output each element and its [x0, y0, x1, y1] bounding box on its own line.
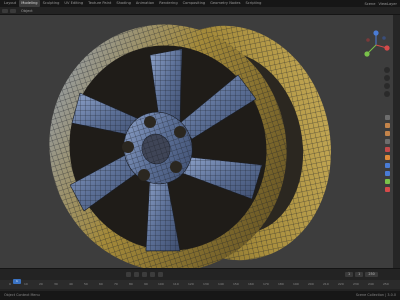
- modifier-icon[interactable]: [385, 163, 390, 168]
- next-keyframe-icon[interactable]: [150, 272, 155, 277]
- world-icon[interactable]: [385, 147, 390, 152]
- timeline: 1 1 250 0 10 20 30 40 50 60 70 80 90 100…: [0, 268, 400, 291]
- workspace-tab[interactable]: Texture Paint: [86, 0, 113, 7]
- mode-label[interactable]: Object: [21, 9, 33, 13]
- play-icon[interactable]: [142, 272, 147, 277]
- wheel-model: [49, 24, 331, 268]
- tick-label: 40: [69, 282, 73, 286]
- header-tools: Object: [2, 7, 33, 14]
- editor-type-icon[interactable]: [2, 8, 8, 13]
- navigation-gizmo[interactable]: [362, 30, 390, 60]
- tick-label: 230: [353, 282, 359, 286]
- 3d-viewport[interactable]: [0, 15, 400, 268]
- workspace-tab[interactable]: Animation: [134, 0, 156, 7]
- x-axis-icon: [384, 45, 390, 51]
- status-bar: Object Context Menu Scene Collection | 3…: [0, 291, 400, 300]
- z-axis-icon: [373, 30, 379, 36]
- frame-range: 1 1 250: [345, 272, 378, 277]
- timeline-ruler[interactable]: 0 10 20 30 40 50 60 70 80 90 100 110 120…: [0, 280, 400, 289]
- end-frame-field[interactable]: 250: [365, 272, 378, 277]
- tick-label: 10: [24, 282, 28, 286]
- tick-label: 100: [158, 282, 164, 286]
- select-mode-icon[interactable]: [10, 8, 16, 13]
- prev-keyframe-icon[interactable]: [134, 272, 139, 277]
- tick-label: 80: [129, 282, 133, 286]
- workspace-tab[interactable]: Geometry Nodes: [208, 0, 242, 7]
- tick-label: 170: [263, 282, 269, 286]
- output-icon[interactable]: [385, 131, 390, 136]
- view-layer-label[interactable]: ViewLayer: [378, 2, 397, 6]
- tick-label: 140: [218, 282, 224, 286]
- workspace-tab[interactable]: Sculpting: [41, 0, 62, 7]
- tick-label: 240: [368, 282, 374, 286]
- status-right-text: Scene Collection | 3.0.0: [355, 293, 396, 297]
- tick-label: 210: [323, 282, 329, 286]
- playhead[interactable]: 1: [13, 279, 21, 284]
- tick-label: 70: [114, 282, 118, 286]
- workspace-tabs: Layout Modeling Sculpting UV Editing Tex…: [2, 0, 263, 7]
- tool-icon[interactable]: [385, 115, 390, 120]
- workspace-tab[interactable]: Layout: [2, 0, 18, 7]
- tick-label: 180: [278, 282, 284, 286]
- scene-icon[interactable]: [385, 139, 390, 144]
- top-menu-bar: Layout Modeling Sculpting UV Editing Tex…: [0, 0, 400, 7]
- workspace-tab[interactable]: Shading: [114, 0, 133, 7]
- jump-start-icon[interactable]: [126, 272, 131, 277]
- constraint-icon[interactable]: [385, 171, 390, 176]
- object-icon[interactable]: [385, 155, 390, 160]
- pan-hand-icon[interactable]: [384, 75, 390, 81]
- tick-label: 120: [188, 282, 194, 286]
- tick-label: 110: [173, 282, 179, 286]
- workspace-tab[interactable]: UV Editing: [62, 0, 85, 7]
- tick-label: 130: [203, 282, 209, 286]
- data-icon[interactable]: [385, 179, 390, 184]
- tick-label: 20: [39, 282, 43, 286]
- tick-label: 200: [308, 282, 314, 286]
- playback-controls: [126, 272, 163, 277]
- render-icon[interactable]: [385, 123, 390, 128]
- grid-icon[interactable]: [384, 91, 390, 97]
- properties-tabs: [385, 115, 392, 192]
- tick-label: 50: [84, 282, 88, 286]
- workspace-tab[interactable]: Compositing: [181, 0, 208, 7]
- tick-label: 150: [233, 282, 239, 286]
- start-frame-field[interactable]: 1: [355, 272, 364, 277]
- zoom-icon[interactable]: [384, 67, 390, 73]
- current-frame-field[interactable]: 1: [345, 272, 354, 277]
- workspace-tab-active[interactable]: Modeling: [19, 0, 40, 7]
- tick-label: 190: [293, 282, 299, 286]
- sidebar-strip: [393, 15, 400, 268]
- viewport-nav-buttons: [384, 67, 392, 97]
- tick-label: 220: [338, 282, 344, 286]
- tick-label: 30: [54, 282, 58, 286]
- workspace-tab[interactable]: Rendering: [157, 0, 179, 7]
- tick-label: 250: [383, 282, 389, 286]
- scene-label[interactable]: Scene: [364, 2, 375, 6]
- viewport-header: Object: [0, 7, 400, 15]
- tick-label: 60: [99, 282, 103, 286]
- jump-end-icon[interactable]: [158, 272, 163, 277]
- camera-icon[interactable]: [384, 83, 390, 89]
- tick-label: 160: [248, 282, 254, 286]
- tick-label: 90: [144, 282, 148, 286]
- status-left-text: Object Context Menu: [4, 293, 40, 297]
- workspace-tab[interactable]: Scripting: [243, 0, 263, 7]
- material-icon[interactable]: [385, 187, 390, 192]
- scene-selector: Scene ViewLayer: [364, 0, 397, 7]
- tick-label: 0: [9, 282, 11, 286]
- y-axis-icon: [364, 51, 370, 57]
